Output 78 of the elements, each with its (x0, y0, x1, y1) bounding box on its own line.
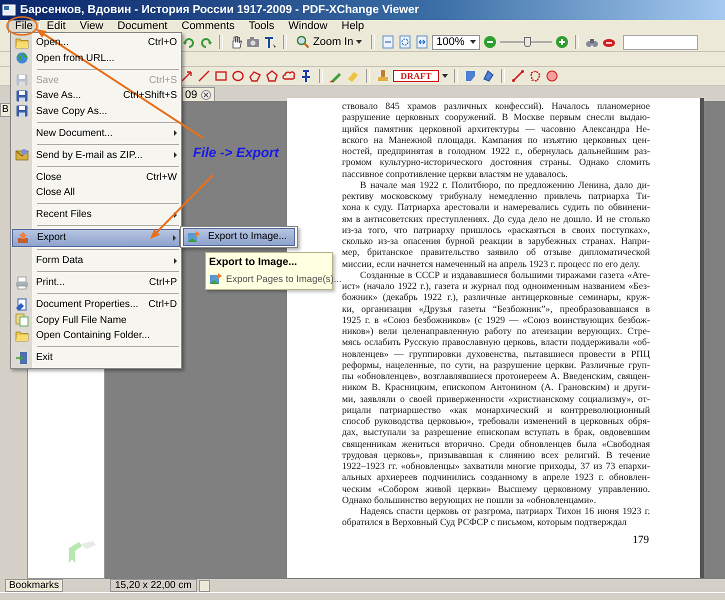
page-size-label: 15,20 x 22,00 cm (110, 579, 197, 592)
document-properties-icon (15, 298, 29, 312)
menu-bar-item[interactable]: Help (334, 20, 372, 33)
export-icon (16, 230, 30, 245)
window-title: Барсенков, Вдовин - История России 1917-2009 - PDF-XChange Viewer (20, 4, 419, 16)
perimeter-tool-icon[interactable] (481, 69, 495, 83)
annotation-label: File -> Export (193, 145, 279, 160)
highlight-ellipse (6, 16, 38, 36)
globe-icon (15, 51, 29, 66)
folder-icon (15, 328, 29, 343)
tooltip-text: Export Pages to Image(s)... (226, 274, 342, 284)
menu-item[interactable]: Form Data (12, 253, 180, 268)
ellipse-tool-icon[interactable] (231, 69, 245, 83)
copy-document-icon (15, 313, 29, 328)
menu-item[interactable]: Open Containing Folder... (12, 328, 180, 344)
arrow-tool-icon[interactable] (180, 69, 194, 83)
document-tab[interactable]: 09 (182, 87, 216, 101)
rotate-icon[interactable] (199, 35, 213, 49)
zoom-slider[interactable] (500, 35, 552, 49)
polygon-measure-icon[interactable] (528, 69, 542, 83)
menu-bar-item[interactable]: View (72, 20, 110, 33)
polygon-tool-icon[interactable] (265, 69, 279, 83)
menu-item[interactable]: Close Ctrl+W (12, 170, 180, 185)
menu-item[interactable]: Document Properties... Ctrl+D (12, 297, 180, 312)
pushpin-icon[interactable] (299, 69, 313, 83)
zoom-field[interactable]: 100% (432, 34, 480, 50)
menu-item[interactable]: Exit (12, 350, 180, 366)
scroll-left-button[interactable] (198, 580, 210, 592)
menu-item[interactable]: Export to Image... (183, 228, 295, 246)
search-field[interactable] (623, 34, 698, 50)
dropdown-arrow-icon[interactable] (442, 74, 448, 78)
rectangle-tool-icon[interactable] (214, 69, 228, 83)
app-icon (2, 3, 16, 17)
exit-door-icon (15, 350, 29, 365)
line-tool-icon[interactable] (197, 69, 211, 83)
menu-item[interactable]: Close All (12, 185, 180, 200)
tooltip-title: Export to Image... (209, 256, 298, 268)
paragraph: Надеясь спасти церковь от разгрома, патриарх Тихон 16 июня 1923 г. обратился в Верховный Суд РСФСР с письмом, которым подтверждал (342, 507, 650, 530)
menu-item[interactable]: Print... Ctrl+P (12, 275, 180, 290)
zoom-out-icon[interactable] (483, 35, 498, 49)
menu-bar-item[interactable]: Tools (242, 20, 282, 33)
menu-bar-item[interactable]: Comments (174, 20, 242, 33)
rotate-icon[interactable] (182, 35, 196, 49)
paragraph: Созданные в СССР и издававшиеся большими тиражами газета «Ате- ист» (начало 1922 г.), газета и журнал под одноименным названием «Без- божник» (декабрь 1922 г.), различные антицерковные семинары, круж- ки, организация «Друзья газеты “Безбожник”», преобразовавшаяся в 1925 г. в «Союз безбожников» (с 1929 — «Союз воинствующих безбож- ников») вели целенаправленную работу по атеизации верующих. Стре- мясь ослабить Русскую православную церковь, власти поддерживали «об- новленцев» — группировки духовенства, пытавшиеся провести в РПЦ реформы, нацеленные, по сути, на разрушение церкви. Различные груп- пы «обновленцев», возглавлявшиеся протоиереем А. Введенским, священ- ником В. Красницким, епископом Антонином (А. Грановским) и други- ми, заявляли о своей приверженности «христианскому социализму», от- рицали патриаршество «как монархический и контрреволюционный способ руководства церковью», требовали изменений в церковных обря- дах, выступали за разрешение епископам вступать в брак, овдовевшим священникам жениться вторично. Среди обновленцев была «Свободная трудовая церковь», призывавшая к слиянию всех религий. В течение 1922–1923 гг. «обновленцы» захватили многие приходы, 37 из 73 епархи- альных архиереев подчинились созданному в апреле 1923 г. обновлен- ческим «Собором живой церкви» Высшему церковному управлению. Однако большинство верующих не пошли за «обновленцами». (342, 270, 650, 507)
polyline-tool-icon[interactable] (248, 69, 262, 83)
stamp-dropdown[interactable]: DRAFT (393, 70, 439, 82)
image-export-icon (187, 230, 201, 244)
envelope-icon (15, 148, 29, 162)
menu-bar-item[interactable]: Document (110, 20, 174, 33)
menu-item[interactable]: New Document... (12, 126, 180, 141)
magnifier-icon (296, 35, 310, 49)
paragraph: В начале мая 1922 г. Политбюро, по предложению Ленина, дало ди- рективу московскому трибуналу немедленно привлечь патриарха Ти- хона к суду. Патриарха арестовали и намеревались судить по обвинени- ям в антисоветских преступлениях. До суда дело не дошло. И не столько из-за того, что патриарху пришлось «раскаяться в своих поступках», сколько из-за опасения бурной реакции в зарубежных странах. Напри- мер, британское правительство заявило об отзыве дипломатической миссии, если начнется намеченный на апрель 1923 г. процесс по его делу. (342, 180, 650, 271)
distance-tool-icon[interactable] (511, 69, 525, 83)
bookmarks-tab[interactable]: Bookmarks (5, 579, 64, 592)
fit-page-icon[interactable] (398, 35, 412, 49)
menu-bar-item[interactable]: Window (281, 20, 334, 33)
zoom-in-button[interactable]: Zoom In (293, 34, 366, 50)
menu-item[interactable]: Export (12, 229, 180, 246)
fit-width-icon[interactable] (415, 35, 430, 49)
close-icon[interactable] (201, 90, 212, 100)
printer-icon (15, 276, 29, 290)
dropdown-arrow-icon[interactable] (356, 40, 362, 44)
folder-icon (15, 36, 29, 50)
menu-item[interactable]: Send by E-mail as ZIP... (12, 148, 180, 163)
stamp-icon[interactable] (376, 69, 390, 83)
menu-item[interactable]: Recent Files (12, 207, 180, 222)
zoom-in-icon[interactable] (555, 35, 570, 49)
dropdown-arrow-icon[interactable] (470, 40, 476, 44)
actual-size-icon[interactable] (381, 35, 396, 49)
page-number: 179 (632, 534, 649, 546)
menu-item[interactable]: Save Copy As... (12, 104, 180, 119)
text-select-icon[interactable] (263, 35, 277, 49)
image-export-icon (209, 272, 223, 286)
menu-bar-item[interactable]: Edit (40, 20, 73, 33)
paragraph: ствовало 845 храмов различных конфессий). Началось планомерное разрушение церковных сооружений. В Москве первым снесли выдаю- щийся памятник церковной архитектуры — часовню Александра Не- вского на Манежной площади. Кампания по изъятию церковных цен- ностей, предпринятая в голодном 1922 г., обернулась дальнейшим раз- громом культурно-исторического достояния страны. Однако сломить пассивное сопротивление церкви властям не удавалось. (342, 102, 650, 181)
area-measure-icon[interactable] (545, 69, 559, 83)
menu-item[interactable]: Copy Full File Name (12, 312, 180, 328)
area-tool-icon[interactable] (464, 69, 478, 83)
